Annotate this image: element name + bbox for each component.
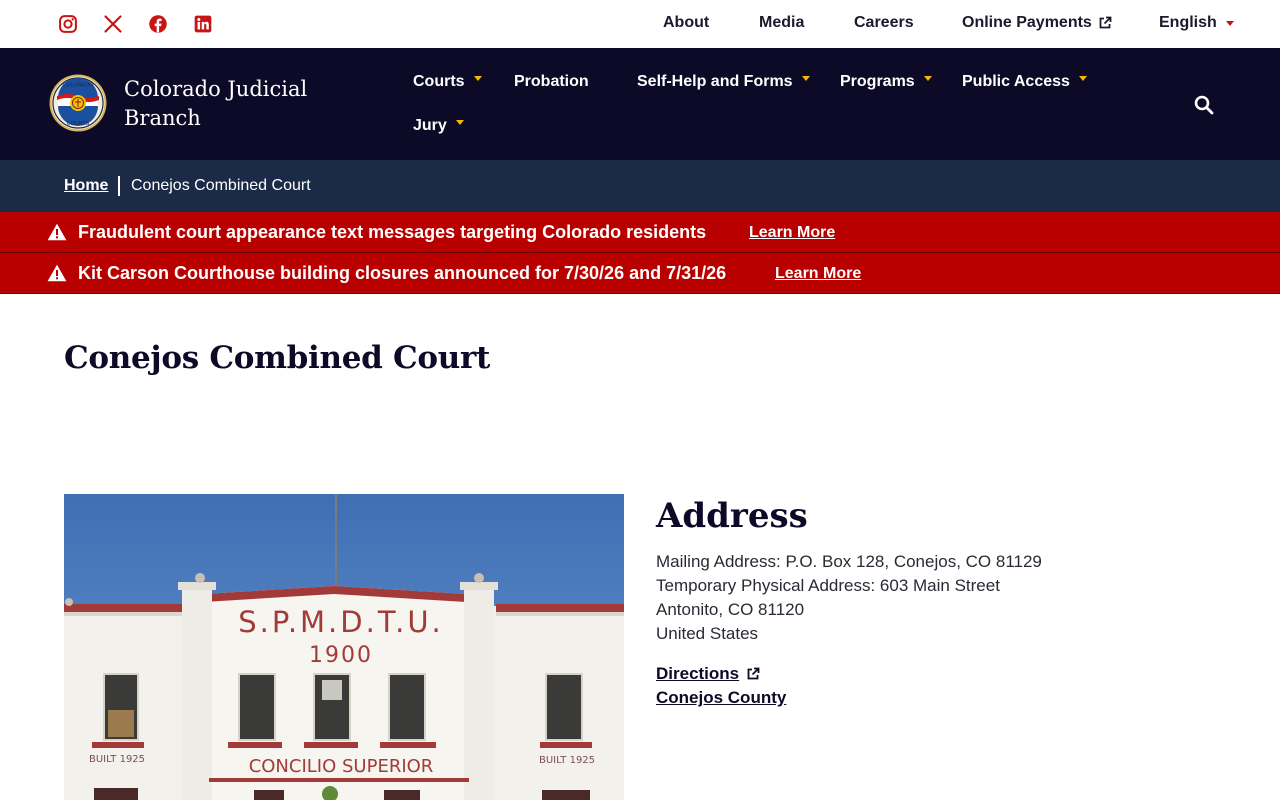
mailing-address: Mailing Address: P.O. Box 128, Conejos, … xyxy=(656,552,1042,571)
search-icon[interactable] xyxy=(1192,93,1216,117)
caret-down-icon xyxy=(473,75,482,81)
nav-programs[interactable]: Programs xyxy=(840,73,932,91)
careers-link[interactable]: Careers xyxy=(854,14,914,32)
sign-line-3: CONCILIO SUPERIOR xyxy=(249,756,434,777)
about-link[interactable]: About xyxy=(663,14,709,32)
courthouse-photo: S.P.M.D.T.U. 1900 BUILT 1925 BUILT 1925 … xyxy=(64,494,624,800)
x-twitter-icon[interactable] xyxy=(101,12,125,36)
alert-banner-closures: Kit Carson Courthouse building closures … xyxy=(0,253,1280,294)
nav-courts[interactable]: Courts xyxy=(413,73,482,91)
nav-probation-label: Probation xyxy=(514,73,589,90)
alert-text: Fraudulent court appearance text message… xyxy=(78,222,707,242)
breadcrumb-current: Conejos Combined Court xyxy=(131,177,311,194)
country: United States xyxy=(656,624,759,643)
built-right-text: BUILT 1925 xyxy=(539,755,595,766)
physical-address: Temporary Physical Address: 603 Main Str… xyxy=(656,576,1000,595)
nav-self-help[interactable]: Self-Help and Forms xyxy=(637,73,810,91)
main-navigation: COLORADO COURTS Colorado Judicial Branch… xyxy=(0,48,1280,160)
caret-down-icon xyxy=(1078,75,1087,81)
online-payments-label: Online Payments xyxy=(962,14,1092,31)
alert-learn-more-link[interactable]: Learn More xyxy=(775,265,861,283)
caret-down-icon xyxy=(923,75,932,81)
external-link-icon xyxy=(1099,16,1112,29)
site-brand[interactable]: Colorado Judicial Branch xyxy=(124,75,344,133)
address-heading: Address xyxy=(656,496,808,536)
city-state-zip: Antonito, CO 81120 xyxy=(656,600,805,619)
alert-learn-more-link[interactable]: Learn More xyxy=(749,224,835,242)
caret-down-icon xyxy=(801,75,810,81)
linkedin-icon[interactable] xyxy=(191,12,215,36)
logo-text-top: COLORADO xyxy=(62,83,94,89)
breadcrumb: Home Conejos Combined Court xyxy=(0,160,1280,212)
online-payments-link[interactable]: Online Payments xyxy=(962,14,1112,32)
brand-line-2: Branch xyxy=(124,106,201,130)
sign-line-2: 1900 xyxy=(309,643,373,668)
sign-line-1: S.P.M.D.T.U. xyxy=(238,605,444,639)
brand-line-1: Colorado Judicial xyxy=(124,77,308,101)
nav-public-access-label: Public Access xyxy=(962,73,1070,90)
external-link-icon xyxy=(747,667,760,680)
instagram-icon[interactable] xyxy=(56,12,80,36)
county-link[interactable]: Conejos County xyxy=(656,688,786,708)
logo-text-bottom: COURTS xyxy=(67,121,90,127)
utility-bar: About Media Careers Online Payments Engl… xyxy=(0,0,1280,48)
language-selector[interactable]: English xyxy=(1159,14,1234,32)
alert-text: Kit Carson Courthouse building closures … xyxy=(78,263,727,283)
nav-probation[interactable]: Probation xyxy=(514,73,589,91)
warning-icon xyxy=(47,223,67,241)
colorado-courts-logo[interactable]: COLORADO COURTS xyxy=(49,74,107,132)
breadcrumb-separator xyxy=(118,176,120,196)
alert-banner-fraud: Fraudulent court appearance text message… xyxy=(0,212,1280,253)
nav-courts-label: Courts xyxy=(413,73,465,90)
directions-label: Directions xyxy=(656,664,740,683)
page-title: Conejos Combined Court xyxy=(64,340,491,376)
facebook-icon[interactable] xyxy=(146,12,170,36)
breadcrumb-home-link[interactable]: Home xyxy=(64,177,108,195)
caret-down-icon xyxy=(455,119,464,125)
media-link[interactable]: Media xyxy=(759,14,804,32)
nav-public-access[interactable]: Public Access xyxy=(962,73,1087,91)
nav-jury[interactable]: Jury xyxy=(413,117,464,135)
caret-down-icon xyxy=(1225,20,1234,26)
nav-jury-label: Jury xyxy=(413,117,447,134)
built-left-text: BUILT 1925 xyxy=(89,754,145,765)
warning-icon xyxy=(47,264,67,282)
directions-link[interactable]: Directions xyxy=(656,664,760,684)
language-label: English xyxy=(1159,14,1217,31)
nav-self-help-label: Self-Help and Forms xyxy=(637,73,793,90)
social-links xyxy=(56,12,236,36)
nav-programs-label: Programs xyxy=(840,73,915,90)
